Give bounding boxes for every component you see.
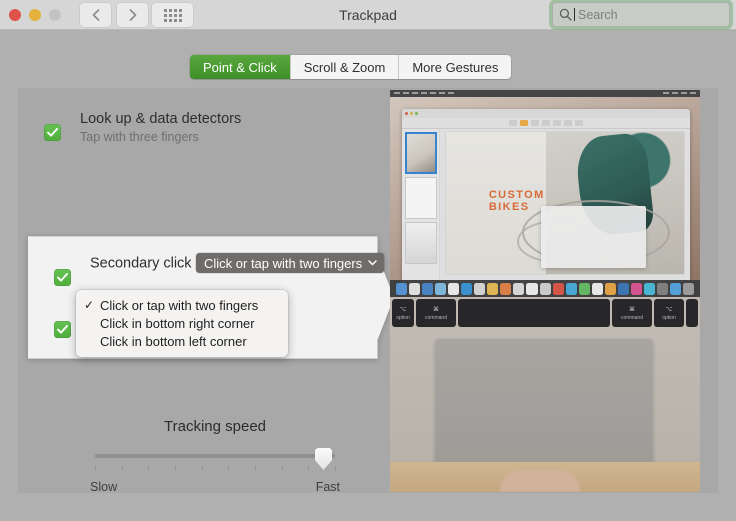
search-field[interactable]: Search (552, 2, 730, 27)
window-titlebar: Trackpad Search (0, 0, 736, 30)
video-key-spacebar (458, 299, 610, 327)
command-symbol-icon: ⌘ (629, 306, 635, 313)
video-window-body: CUSTOM BIKES (402, 129, 690, 287)
headline-line-2: BIKES (488, 200, 530, 213)
tracking-speed-slider[interactable] (95, 448, 335, 470)
video-key-option-right: ⌥ option (654, 299, 684, 327)
video-window-titlebar (402, 109, 690, 118)
checkmark-icon (57, 325, 68, 334)
checkmark-icon (57, 273, 68, 282)
menu-item-bottom-right-corner[interactable]: Click in bottom right corner (76, 314, 288, 332)
tab-scroll-and-zoom[interactable]: Scroll & Zoom (290, 55, 400, 79)
menu-item-label: Click or tap with two fingers (100, 297, 259, 313)
checkbox-lookup-data-detectors[interactable] (44, 124, 61, 141)
setting-title: Look up & data detectors (80, 111, 242, 127)
video-desktop-wallpaper: CUSTOM BIKES (390, 97, 700, 287)
video-page-thumbnails (402, 129, 440, 287)
key-label: command (425, 314, 447, 321)
search-placeholder: Search (578, 7, 618, 22)
video-macos-menubar (390, 90, 700, 97)
video-trackpad-surface (434, 338, 654, 474)
video-thumbnail-selected (405, 132, 437, 174)
slider-min-label: Slow (90, 480, 118, 494)
key-label: option (662, 314, 676, 321)
video-thumbnail (405, 177, 437, 219)
video-hand (500, 470, 580, 492)
video-document-window: CUSTOM BIKES (402, 109, 690, 287)
checkmark-icon (47, 128, 58, 137)
video-menubar-left-items (394, 92, 454, 94)
video-thumbnail-image (407, 134, 435, 172)
setting-title: Secondary click (90, 255, 192, 272)
setting-lookup-data-detectors[interactable]: Look up & data detectors Tap with three … (44, 110, 241, 146)
menu-item-label: Click in bottom left corner (100, 333, 247, 349)
tab-point-and-click[interactable]: Point & Click (190, 55, 291, 79)
search-icon (559, 8, 572, 21)
video-document-headline: CUSTOM BIKES (489, 189, 545, 213)
slider-tick (254, 466, 256, 471)
setting-secondary-click[interactable]: Secondary click Click or tap with two fi… (54, 251, 385, 286)
tab-bar: Point & Click Scroll & Zoom More Gesture… (190, 55, 512, 79)
slider-max-label: Fast (315, 480, 340, 494)
video-keyboard-row: ⌥ option ⌘ command ⌘ command ⌥ option (390, 297, 700, 330)
command-symbol-icon: ⌘ (433, 306, 439, 313)
menu-item-two-fingers[interactable]: ✓ Click or tap with two fingers (76, 296, 288, 314)
video-document-page: CUSTOM BIKES (446, 132, 684, 274)
video-menubar-right-items (663, 92, 696, 94)
setting-subtitle: Tap with three fingers (80, 130, 199, 144)
slider-tick (335, 466, 336, 471)
secondary-click-popup-button[interactable]: Click or tap with two fingers (196, 253, 385, 273)
slider-tick (281, 466, 283, 471)
slider-tick (95, 466, 96, 471)
video-key-option-left: ⌥ option (392, 299, 414, 327)
option-symbol-icon: ⌥ (665, 306, 673, 313)
slider-tick (228, 466, 230, 471)
key-label: command (621, 314, 643, 321)
video-thumbnail (405, 222, 437, 264)
slider-end-labels: Slow Fast (90, 480, 340, 494)
gesture-video-preview[interactable]: CUSTOM BIKES ⌥ option ⌘ command ⌘ comman… (390, 90, 700, 492)
menu-item-checkmark: ✓ (84, 298, 95, 312)
trackpad-preferences-window: Trackpad Search Point & Click Scroll & Z… (0, 0, 736, 521)
key-label: option (396, 314, 410, 321)
headline-line-1: CUSTOM (488, 188, 545, 201)
setting-third-row[interactable] (54, 321, 71, 338)
menu-item-bottom-left-corner[interactable]: Click in bottom left corner (76, 332, 288, 350)
slider-tick (174, 466, 176, 471)
video-thumbnail-image (406, 223, 436, 263)
video-key-arrow (686, 299, 698, 327)
checkbox-third-row[interactable] (54, 321, 71, 338)
video-key-command-right: ⌘ command (612, 299, 652, 327)
slider-tick (148, 466, 150, 471)
secondary-click-selected-value: Click or tap with two fingers (204, 255, 363, 271)
slider-tick-marks (95, 466, 336, 474)
video-document-canvas: CUSTOM BIKES (440, 129, 690, 287)
video-key-command-left: ⌘ command (416, 299, 456, 327)
slider-tick (308, 466, 310, 471)
video-thumbnail-image (406, 178, 436, 218)
option-symbol-icon: ⌥ (399, 306, 407, 313)
tab-more-gestures[interactable]: More Gestures (399, 55, 512, 79)
menu-item-label: Click in bottom right corner (100, 315, 255, 331)
video-palmrest (390, 330, 700, 492)
chevron-down-icon (368, 260, 377, 266)
checkbox-secondary-click[interactable] (54, 269, 71, 286)
video-context-menu-popover (541, 205, 646, 269)
tracking-speed-section: Tracking speed Slow Fast (90, 418, 340, 494)
video-window-toolbar (402, 118, 690, 129)
tracking-speed-title: Tracking speed (164, 418, 266, 435)
slider-track[interactable] (95, 454, 335, 458)
video-dock (390, 280, 700, 297)
text-caret (574, 8, 575, 21)
slider-tick (121, 466, 123, 471)
secondary-click-dropdown-menu[interactable]: ✓ Click or tap with two fingers Click in… (76, 290, 288, 357)
slider-tick (201, 466, 203, 471)
settings-list: Look up & data detectors Tap with three … (18, 88, 394, 494)
